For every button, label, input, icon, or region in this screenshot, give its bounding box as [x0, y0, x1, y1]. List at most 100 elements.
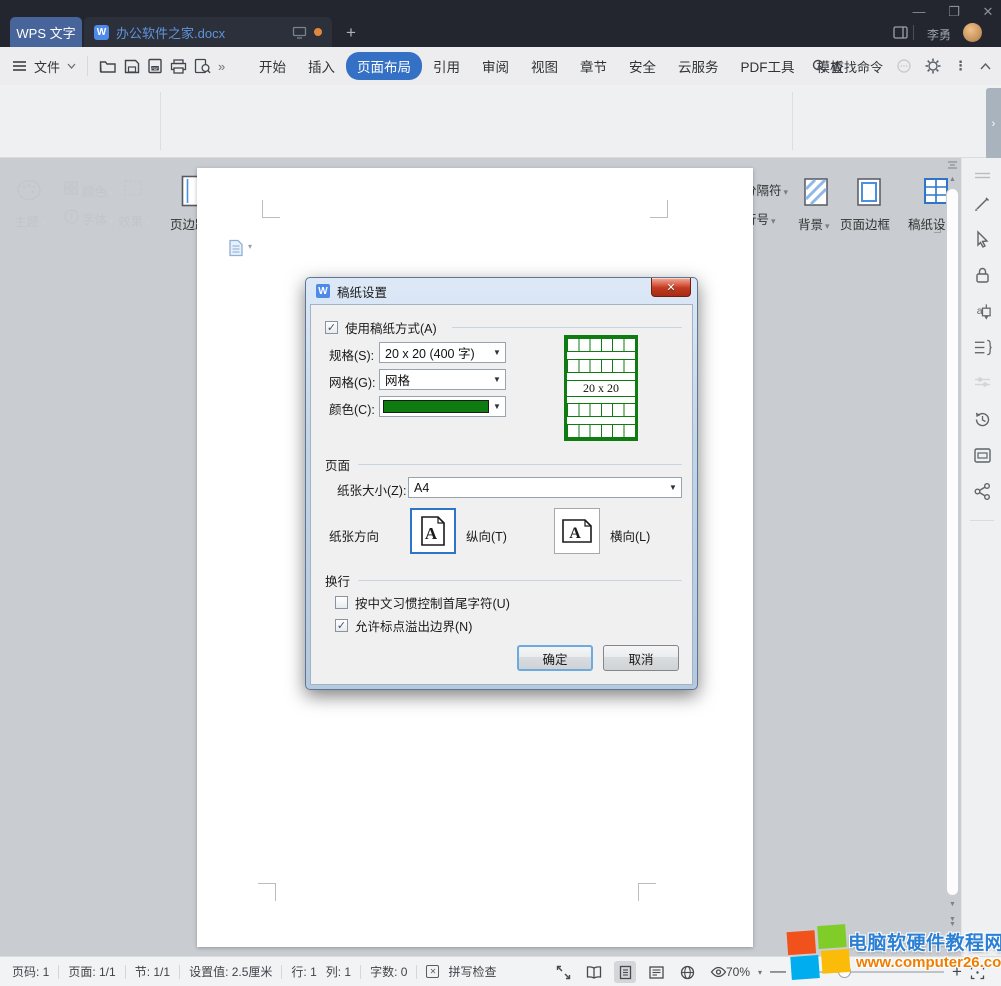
pages-status[interactable]: 页面: 1/1: [68, 963, 115, 980]
color-dropdown[interactable]: ▼: [379, 396, 506, 417]
page-view-icon[interactable]: [614, 961, 636, 983]
fit-page-icon[interactable]: [970, 965, 985, 980]
paper-size-value: A4: [409, 481, 665, 495]
page-section-label: 页面: [325, 455, 350, 474]
tab-home[interactable]: 开始: [248, 52, 297, 80]
dimmed-tool-icon[interactable]: [973, 374, 992, 393]
minimize-button[interactable]: —: [905, 4, 933, 19]
select-cursor-icon[interactable]: [973, 230, 992, 249]
column-status[interactable]: 列: 1: [326, 963, 351, 980]
portrait-option[interactable]: A: [410, 508, 456, 554]
new-tab-button[interactable]: +: [346, 23, 356, 43]
sidebar-toggle-icon[interactable]: [893, 26, 908, 39]
menu-separator: [87, 56, 88, 76]
translate-icon[interactable]: a: [973, 302, 992, 321]
right-sidebar: a: [961, 158, 1001, 956]
page-border-button[interactable]: 页面边框: [840, 214, 890, 233]
user-name[interactable]: 李勇: [927, 26, 951, 43]
outline-view-icon[interactable]: [645, 961, 667, 983]
ribbon-expand-strip[interactable]: ›: [986, 88, 1001, 160]
tab-pdf-tools[interactable]: PDF工具: [730, 52, 806, 80]
monitor-icon: [292, 26, 307, 39]
spec-dropdown[interactable]: 20 x 20 (400 字) ▼: [379, 342, 506, 363]
lock-icon[interactable]: [973, 266, 992, 285]
paper-size-dropdown[interactable]: A4 ▼: [408, 477, 682, 498]
select-browse-object-icon[interactable]: [949, 938, 956, 945]
zoom-in-button[interactable]: +: [952, 962, 962, 982]
print-icon[interactable]: [170, 59, 187, 74]
tab-security[interactable]: 安全: [618, 52, 667, 80]
spell-check-status[interactable]: 拼写检查: [448, 963, 496, 980]
word-count-status[interactable]: 字数: 0: [370, 963, 407, 980]
scroll-up-icon[interactable]: ▲: [946, 176, 959, 183]
chat-icon[interactable]: [896, 59, 912, 74]
tab-references[interactable]: 引用: [422, 52, 471, 80]
save-icon[interactable]: [124, 59, 140, 74]
export-pdf-icon[interactable]: PDF: [147, 58, 163, 74]
close-window-button[interactable]: ✕: [974, 4, 1001, 20]
line-status[interactable]: 行: 1: [291, 963, 316, 980]
open-folder-icon[interactable]: [99, 59, 117, 74]
page-border-icon: [856, 177, 882, 207]
ok-button[interactable]: 确定: [517, 645, 593, 671]
avatar[interactable]: [963, 23, 982, 42]
zoom-caret-icon[interactable]: ▾: [758, 968, 762, 977]
file-menu[interactable]: 文件: [34, 57, 60, 76]
gear-icon[interactable]: [925, 58, 941, 74]
preview-grid-row: [567, 403, 635, 417]
tab-page-layout[interactable]: 页面布局: [346, 52, 422, 80]
document-tab[interactable]: W 办公软件之家.docx: [84, 17, 332, 47]
scroll-down-icon[interactable]: ▼: [946, 901, 959, 908]
preview-grid-row: [567, 338, 635, 352]
maximize-button[interactable]: ❐: [940, 4, 968, 20]
dialog-title: 稿纸设置: [337, 282, 387, 301]
more-tools-icon[interactable]: »: [218, 59, 225, 74]
share-icon[interactable]: [973, 482, 992, 501]
tab-insert[interactable]: 插入: [297, 52, 346, 80]
section-status[interactable]: 节: 1/1: [135, 963, 170, 980]
background-button[interactable]: 背景: [798, 214, 830, 233]
grid-value: 网格: [380, 370, 489, 389]
web-view-icon[interactable]: [676, 961, 698, 983]
doc-options-icon[interactable]: [228, 239, 244, 257]
find-command[interactable]: 查找命令: [812, 57, 883, 76]
spell-check-icon: ✕: [426, 965, 439, 978]
portrait-label: 纵向(T): [466, 526, 507, 545]
pen-edit-icon[interactable]: [973, 194, 992, 213]
dialog-close-button[interactable]: ✕: [651, 278, 691, 297]
wrap-rule2-checkbox[interactable]: ✓: [335, 619, 348, 632]
dropdown-arrow-icon: ▼: [489, 397, 505, 416]
sidebar-handle-icon[interactable]: [973, 166, 992, 185]
book-view-icon[interactable]: [583, 961, 605, 983]
use-manuscript-checkbox[interactable]: ✓: [325, 321, 338, 334]
history-icon[interactable]: [973, 410, 992, 429]
zoom-level[interactable]: 70%: [726, 965, 750, 979]
fullscreen-view-icon[interactable]: [552, 961, 574, 983]
dialog-titlebar[interactable]: W 稿纸设置: [310, 278, 693, 304]
tab-section[interactable]: 章节: [569, 52, 618, 80]
next-page-icon[interactable]: ▼▼: [946, 917, 959, 927]
dropdown-arrow-icon: ▼: [489, 370, 505, 389]
zoom-out-button[interactable]: —: [770, 963, 786, 981]
collapse-ribbon-icon[interactable]: [980, 63, 991, 70]
zoom-slider-thumb[interactable]: [838, 965, 851, 978]
tab-cloud[interactable]: 云服务: [667, 52, 730, 80]
tab-view[interactable]: 视图: [520, 52, 569, 80]
app-tab[interactable]: WPS 文字: [10, 17, 82, 47]
navigation-card-icon[interactable]: [973, 446, 992, 465]
hamburger-icon[interactable]: [12, 60, 27, 72]
grid-dropdown[interactable]: 网格 ▼: [379, 369, 506, 390]
more-menu-icon[interactable]: ⋮: [954, 58, 967, 74]
landscape-option[interactable]: A: [554, 508, 600, 554]
scrollbar-thumb[interactable]: [946, 188, 959, 896]
zoom-slider[interactable]: [794, 971, 944, 973]
outline-panel-icon[interactable]: [973, 338, 992, 357]
cancel-button[interactable]: 取消: [603, 645, 679, 671]
doc-options-caret-icon[interactable]: ▾: [248, 242, 252, 251]
print-preview-icon[interactable]: [194, 58, 211, 74]
setting-value-status[interactable]: 设置值: 2.5厘米: [189, 963, 272, 980]
wrap-rule1-checkbox[interactable]: [335, 596, 348, 609]
ruler-toggle-icon[interactable]: [947, 160, 958, 170]
page-number-status[interactable]: 页码: 1: [12, 963, 49, 980]
tab-review[interactable]: 审阅: [471, 52, 520, 80]
